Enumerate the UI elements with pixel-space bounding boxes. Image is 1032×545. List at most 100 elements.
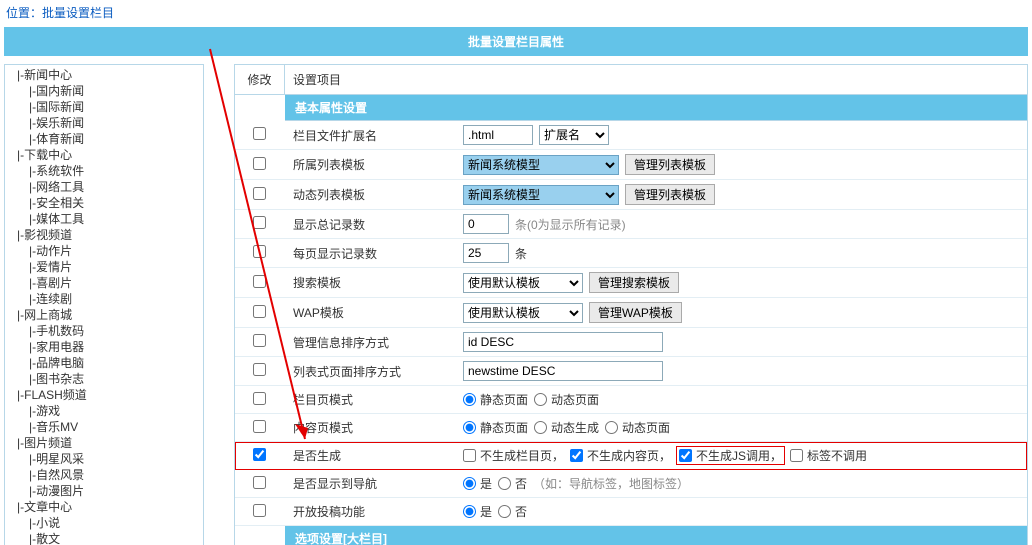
tree-node[interactable]: |-动漫图片 — [7, 483, 201, 499]
page-title: 批量设置栏目属性 — [4, 27, 1028, 56]
chk-nogen-content[interactable] — [570, 449, 583, 462]
select-wap-tpl[interactable]: 使用默认模板 — [463, 303, 583, 323]
tree-node[interactable]: |-图书杂志 — [7, 371, 201, 387]
tree-node[interactable]: |-下载中心 — [7, 147, 201, 163]
tree-node[interactable]: |-连续剧 — [7, 291, 201, 307]
label-show-nav: 是否显示到导航 — [285, 471, 455, 496]
radio-show-nav-yes[interactable] — [463, 477, 476, 490]
row-order-list: 列表式页面排序方式 — [235, 357, 1027, 386]
row-perpage: 每页显示记录数 条 — [235, 239, 1027, 268]
row-col-mode: 栏目页模式 静态页面 动态页面 — [235, 386, 1027, 414]
row-list-tpl: 所属列表模板 新闻系统模型 管理列表模板 — [235, 150, 1027, 180]
radio-content-mode-dynamic[interactable] — [605, 421, 618, 434]
modify-show-nav[interactable] — [253, 476, 266, 489]
row-extension: 栏目文件扩展名 扩展名 — [235, 121, 1027, 150]
tree-node[interactable]: |-爱情片 — [7, 259, 201, 275]
row-dyn-tpl: 动态列表模板 新闻系统模型 管理列表模板 — [235, 180, 1027, 210]
modify-order-list[interactable] — [253, 363, 266, 376]
label-order-admin: 管理信息排序方式 — [285, 330, 455, 355]
modify-dyn-tpl[interactable] — [253, 187, 266, 200]
row-show-nav: 是否显示到导航 是 否 （如：导航标签，地图标签） — [235, 470, 1027, 498]
tree-node[interactable]: |-喜剧片 — [7, 275, 201, 291]
tree-node[interactable]: |-音乐MV — [7, 419, 201, 435]
input-perpage[interactable] — [463, 243, 509, 263]
tree-node[interactable]: |-文章中心 — [7, 499, 201, 515]
tree-node[interactable]: |-网络工具 — [7, 179, 201, 195]
radio-content-mode-static[interactable] — [463, 421, 476, 434]
category-tree: |-新闻中心|-国内新闻|-国际新闻|-娱乐新闻|-体育新闻|-下载中心|-系统… — [4, 64, 204, 545]
tree-node[interactable]: |-品牌电脑 — [7, 355, 201, 371]
tree-node[interactable]: |-自然风景 — [7, 467, 201, 483]
tree-node[interactable]: |-影视频道 — [7, 227, 201, 243]
tree-node[interactable]: |-明星风采 — [7, 451, 201, 467]
tree-node[interactable]: |-系统软件 — [7, 163, 201, 179]
tree-node[interactable]: |-国际新闻 — [7, 99, 201, 115]
tree-node[interactable]: |-图片频道 — [7, 435, 201, 451]
tree-node[interactable]: |-网上商城 — [7, 307, 201, 323]
chk-tag-noupdate[interactable] — [790, 449, 803, 462]
modify-extension[interactable] — [253, 127, 266, 140]
label-generate: 是否生成 — [285, 443, 455, 468]
row-search-tpl: 搜索模板 使用默认模板 管理搜索模板 — [235, 268, 1027, 298]
row-generate: 是否生成 不生成栏目页， 不生成内容页， 不生成JS调用， 标签不调用 — [235, 442, 1027, 470]
tree-node[interactable]: |-国内新闻 — [7, 83, 201, 99]
tree-node[interactable]: |-娱乐新闻 — [7, 115, 201, 131]
modify-order-admin[interactable] — [253, 334, 266, 347]
input-extension[interactable] — [463, 125, 533, 145]
modify-wap-tpl[interactable] — [253, 305, 266, 318]
modify-total[interactable] — [253, 216, 266, 229]
modify-generate[interactable] — [253, 448, 266, 461]
input-order-list[interactable] — [463, 361, 663, 381]
header-modify: 修改 — [235, 65, 285, 94]
tree-node[interactable]: |-游戏 — [7, 403, 201, 419]
tree-node[interactable]: |-FLASH频道 — [7, 387, 201, 403]
select-search-tpl[interactable]: 使用默认模板 — [463, 273, 583, 293]
label-order-list: 列表式页面排序方式 — [285, 359, 455, 384]
modify-content-mode[interactable] — [253, 420, 266, 433]
tree-node[interactable]: |-动作片 — [7, 243, 201, 259]
radio-content-mode-dyngen[interactable] — [534, 421, 547, 434]
select-dyn-tpl[interactable]: 新闻系统模型 — [463, 185, 619, 205]
tree-node[interactable]: |-散文 — [7, 531, 201, 545]
tree-node[interactable]: |-体育新闻 — [7, 131, 201, 147]
modify-open-post[interactable] — [253, 504, 266, 517]
btn-manage-dyn-tpl[interactable]: 管理列表模板 — [625, 184, 715, 205]
tree-node[interactable]: |-媒体工具 — [7, 211, 201, 227]
label-wap-tpl: WAP模板 — [285, 300, 455, 325]
modify-col-mode[interactable] — [253, 392, 266, 405]
tree-node[interactable]: |-新闻中心 — [7, 67, 201, 83]
tree-node[interactable]: |-小说 — [7, 515, 201, 531]
select-list-tpl[interactable]: 新闻系统模型 — [463, 155, 619, 175]
label-total: 显示总记录数 — [285, 212, 455, 237]
label-dyn-tpl: 动态列表模板 — [285, 182, 455, 207]
label-col-mode: 栏目页模式 — [285, 387, 455, 412]
tree-node[interactable]: |-安全相关 — [7, 195, 201, 211]
header-setting: 设置项目 — [285, 65, 1027, 94]
radio-open-post-yes[interactable] — [463, 505, 476, 518]
radio-show-nav-no[interactable] — [498, 477, 511, 490]
hint-perpage: 条 — [515, 245, 527, 262]
breadcrumb: 位置：批量设置栏目 — [0, 0, 1032, 25]
input-order-admin[interactable] — [463, 332, 663, 352]
tree-node[interactable]: |-手机数码 — [7, 323, 201, 339]
row-total: 显示总记录数 条(0为显示所有记录) — [235, 210, 1027, 239]
select-extension[interactable]: 扩展名 — [539, 125, 609, 145]
radio-col-mode-dynamic[interactable] — [534, 393, 547, 406]
btn-manage-wap-tpl[interactable]: 管理WAP模板 — [589, 302, 682, 323]
chk-nogen-js[interactable] — [679, 449, 692, 462]
input-total[interactable] — [463, 214, 509, 234]
breadcrumb-prefix: 位置： — [6, 6, 42, 20]
section-options: 选项设置[大栏目] — [285, 526, 1027, 545]
row-wap-tpl: WAP模板 使用默认模板 管理WAP模板 — [235, 298, 1027, 328]
modify-list-tpl[interactable] — [253, 157, 266, 170]
chk-nogen-col[interactable] — [463, 449, 476, 462]
radio-open-post-no[interactable] — [498, 505, 511, 518]
btn-manage-search-tpl[interactable]: 管理搜索模板 — [589, 272, 679, 293]
tree-node[interactable]: |-家用电器 — [7, 339, 201, 355]
modify-perpage[interactable] — [253, 245, 266, 258]
label-list-tpl: 所属列表模板 — [285, 152, 455, 177]
radio-col-mode-static[interactable] — [463, 393, 476, 406]
modify-search-tpl[interactable] — [253, 275, 266, 288]
btn-manage-list-tpl[interactable]: 管理列表模板 — [625, 154, 715, 175]
label-extension: 栏目文件扩展名 — [285, 123, 455, 148]
